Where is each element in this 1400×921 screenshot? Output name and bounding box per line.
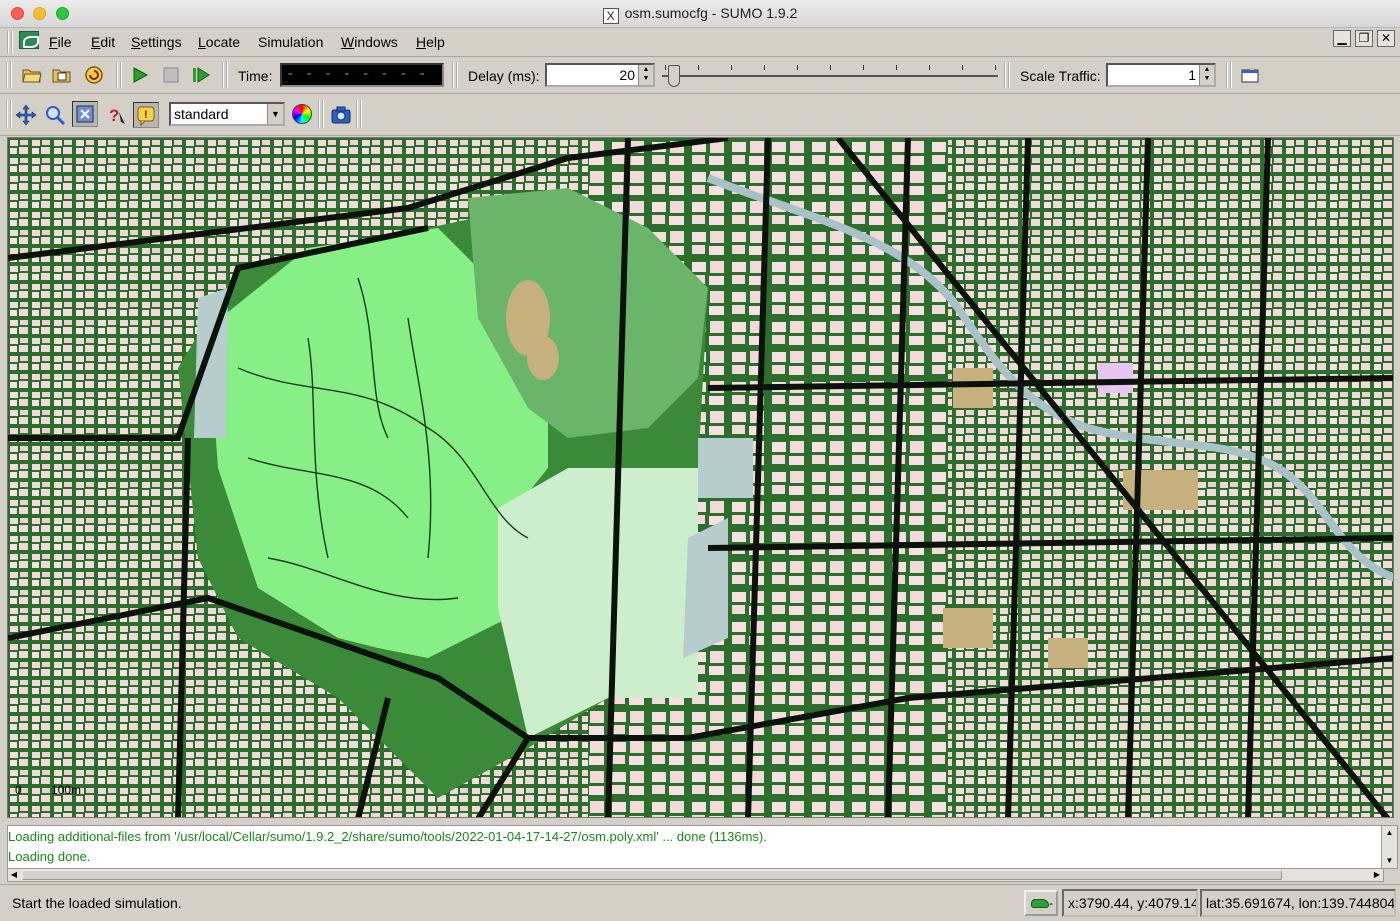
slider-tick [830,65,831,70]
zoom-search-icon[interactable] [43,103,67,127]
xquartz-icon: X [602,8,619,24]
delay-value: 20 [619,67,635,83]
menu-edit[interactable]: Edit [91,34,115,50]
log-vertical-scrollbar[interactable]: ▲ ▼ [1381,826,1397,868]
slider-tick [698,65,699,70]
scale-spinner-arrows[interactable]: ▲ ▼ [1199,65,1214,85]
color-scheme-select[interactable]: standard ▼ [169,102,285,126]
scroll-down-icon[interactable]: ▼ [1382,854,1397,868]
open-folder-icon[interactable] [20,63,44,87]
delay-spinner[interactable]: 20 ▲ ▼ [545,63,655,87]
sumo-app-icon[interactable] [19,31,39,49]
color-scheme-value: standard [174,106,229,122]
menu-bar: File Edit Settings Locate Simulation Win… [0,28,1400,57]
scroll-left-icon[interactable]: ◀ [8,869,20,881]
color-wheel-icon[interactable] [292,104,312,124]
menu-simulation[interactable]: Simulation [258,34,323,50]
step-simulation-icon[interactable] [189,63,213,87]
time-display: - - - - - - - - - - - - - - - - [280,63,444,87]
minimize-child-button[interactable]: ▁ [1333,30,1351,47]
tooltip-toggle-icon[interactable]: ! [133,102,159,128]
menu-file[interactable]: File [49,34,72,50]
window-title: osm.sumocfg - SUMO 1.9.2 [624,5,798,21]
log-line: Loading done. [8,849,91,864]
close-child-button[interactable]: ✕ [1377,30,1395,47]
slider-tick [665,65,666,70]
status-message: Start the loaded simulation. [12,895,182,911]
vehicle-icon[interactable]: - [1024,890,1058,916]
menu-help[interactable]: Help [416,34,445,50]
slider-tick [995,65,996,70]
scale-traffic-spinner[interactable]: 1 ▲ ▼ [1106,63,1216,87]
reload-icon[interactable] [82,63,106,87]
scale-end: 100m [51,783,82,797]
log-horizontal-scrollbar[interactable]: ◀ ▶ [7,868,1384,882]
delay-slider-handle[interactable] [668,65,680,87]
locate-junction-icon[interactable] [72,101,98,127]
slider-tick [962,65,963,70]
chevron-down-icon[interactable]: ▼ [267,104,283,124]
query-help-icon[interactable]: ? [104,103,128,127]
delay-slider-track[interactable] [662,75,998,77]
scroll-right-icon[interactable]: ▶ [1371,869,1383,881]
delay-spinner-arrows[interactable]: ▲ ▼ [638,65,653,85]
delay-label: Delay (ms): [468,68,540,84]
status-bar: Start the loaded simulation. x:3790.44, … [0,884,1400,921]
cursor-latlon: lat:35.691674, lon:139.744804 [1200,889,1396,917]
scale-traffic-value: 1 [1188,67,1196,83]
slider-tick [731,65,732,70]
cursor-coordinates: x:3790.44, y:4079.14 [1062,889,1198,917]
run-simulation-icon[interactable] [128,63,152,87]
network-map-canvas[interactable] [7,137,1394,818]
svg-text:!: ! [144,109,148,121]
menu-locate[interactable]: Locate [198,34,240,50]
scale-traffic-label: Scale Traffic: [1020,68,1101,84]
message-log[interactable]: Loading additional-files from '/usr/loca… [7,825,1398,869]
slider-tick [929,65,930,70]
menu-windows[interactable]: Windows [341,34,398,50]
slider-tick [764,65,765,70]
view-toolbar: ? ! standard ▼ [0,94,1400,136]
new-window-icon[interactable] [1238,63,1262,87]
scale-start: 0 [15,783,22,797]
menu-settings[interactable]: Settings [131,34,182,50]
screenshot-camera-icon[interactable] [329,103,353,127]
slider-tick [797,65,798,70]
map-scale-bar: 0 100m [15,783,81,797]
horizontal-scroll-thumb[interactable] [22,870,1282,880]
stop-simulation-icon[interactable] [159,63,183,87]
time-label: Time: [238,68,273,84]
restore-child-button[interactable]: ❐ [1355,30,1373,47]
menubar-grip[interactable] [7,31,13,53]
scroll-up-icon[interactable]: ▲ [1382,826,1397,840]
recenter-view-icon[interactable] [14,103,38,127]
open-network-icon[interactable] [50,63,74,87]
title-bar: Xosm.sumocfg - SUMO 1.9.2 [0,0,1400,28]
slider-tick [863,65,864,70]
slider-tick [896,65,897,70]
svg-text:?: ? [109,106,119,125]
log-line: Loading additional-files from '/usr/loca… [8,829,767,844]
